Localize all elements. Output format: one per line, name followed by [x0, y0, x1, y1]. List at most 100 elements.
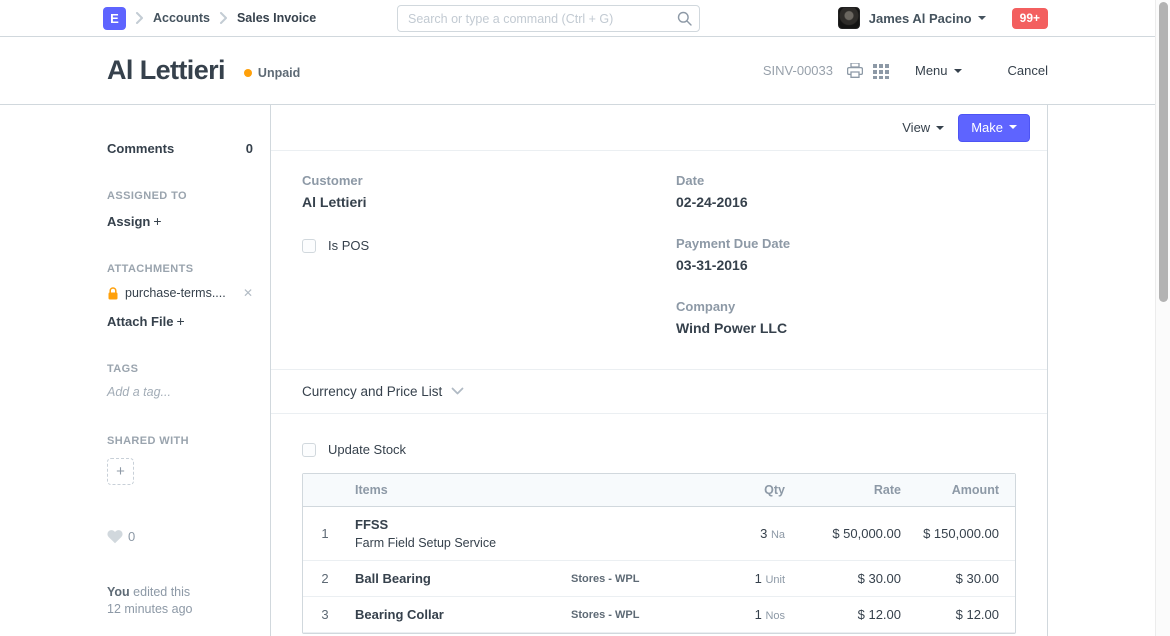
- amount-cell: $ 12.00: [909, 607, 1015, 622]
- qty-cell: 1 Unit: [713, 571, 793, 586]
- user-avatar[interactable]: [838, 7, 860, 29]
- activity-action: edited this: [133, 585, 190, 599]
- currency-section-label: Currency and Price List: [302, 384, 442, 399]
- rate-cell: $ 30.00: [793, 571, 909, 586]
- view-button[interactable]: View: [902, 120, 944, 135]
- item-code: Ball Bearing: [355, 571, 555, 586]
- make-button[interactable]: Make: [958, 114, 1030, 142]
- caret-down-icon: [954, 69, 962, 73]
- company-value: Wind Power LLC: [676, 320, 1016, 336]
- qty-value: 3: [760, 526, 767, 541]
- header-items: Items: [347, 483, 563, 497]
- comments-label: Comments: [107, 141, 174, 156]
- item-code: FFSS: [355, 517, 555, 532]
- item-cell: Ball Bearing: [347, 571, 563, 586]
- uom-label: Na: [771, 529, 785, 541]
- document-id: SINV-00033: [763, 63, 833, 78]
- customer-field[interactable]: Customer Al Lettieri: [302, 173, 642, 210]
- sidebar-item-comments[interactable]: Comments 0: [107, 141, 253, 156]
- warehouse-cell: Stores - WPL: [563, 573, 713, 585]
- global-search: [397, 5, 700, 32]
- payment-due-date-field[interactable]: Payment Due Date 03-31-2016: [676, 236, 1016, 273]
- print-button[interactable]: [847, 63, 863, 78]
- attach-file-button[interactable]: Attach File+: [107, 313, 253, 329]
- qty-cell: 3 Na: [713, 526, 793, 541]
- payment-due-date-value: 03-31-2016: [676, 257, 1016, 273]
- page-title: Al Lettieri: [107, 55, 225, 86]
- customer-label: Customer: [302, 173, 642, 188]
- is-pos-label: Is POS: [328, 238, 369, 253]
- timeline-grid-button[interactable]: [873, 63, 889, 79]
- update-stock-field[interactable]: Update Stock: [302, 442, 1016, 457]
- activity-when: 12 minutes ago: [107, 602, 192, 616]
- header-amount: Amount: [909, 483, 1015, 497]
- is-pos-field[interactable]: Is POS: [302, 238, 642, 253]
- left-column: Customer Al Lettieri Is POS: [302, 173, 642, 336]
- add-tag-input[interactable]: Add a tag...: [107, 385, 253, 399]
- header-qty: Qty: [713, 483, 793, 497]
- grid-icon: [873, 63, 889, 79]
- form-sidebar: Comments 0 ASSIGNED TO Assign+ ATTACHMEN…: [107, 105, 253, 636]
- breadcrumb-accounts[interactable]: Accounts: [153, 11, 210, 25]
- cancel-button[interactable]: Cancel: [1008, 63, 1048, 78]
- warehouse-cell: Stores - WPL: [563, 609, 713, 621]
- table-row[interactable]: 2 Ball Bearing Stores - WPL 1 Unit $ 30.…: [303, 561, 1015, 597]
- row-index: 2: [303, 571, 347, 586]
- form-main-panel: View Make Customer Al Lettieri Is POS: [270, 105, 1048, 636]
- table-row[interactable]: 3 Bearing Collar Stores - WPL 1 Nos $ 12…: [303, 597, 1015, 633]
- rate-cell: $ 50,000.00: [793, 526, 909, 541]
- menu-label: Menu: [915, 63, 948, 78]
- header-rate: Rate: [793, 483, 909, 497]
- uom-label: Unit: [765, 574, 785, 586]
- update-stock-checkbox[interactable]: [302, 443, 316, 457]
- qty-value: 1: [755, 571, 762, 586]
- items-table: Items Qty Rate Amount 1 FFSS Farm Field …: [302, 473, 1016, 634]
- company-field[interactable]: Company Wind Power LLC: [676, 299, 1016, 336]
- currency-price-list-section-toggle[interactable]: Currency and Price List: [271, 369, 1047, 414]
- qty-value: 1: [755, 607, 762, 622]
- search-input[interactable]: [397, 5, 700, 32]
- uom-label: Nos: [765, 610, 785, 622]
- menu-button[interactable]: Menu: [915, 63, 962, 78]
- date-label: Date: [676, 173, 1016, 188]
- status-badge: Unpaid: [244, 66, 300, 80]
- item-cell: FFSS Farm Field Setup Service: [347, 517, 563, 550]
- vertical-scrollbar[interactable]: [1155, 0, 1170, 636]
- heart-icon[interactable]: [107, 530, 123, 544]
- add-share-button[interactable]: +: [107, 458, 134, 485]
- attach-file-label: Attach File: [107, 314, 173, 329]
- activity-who: You: [107, 585, 130, 599]
- item-cell: Bearing Collar: [347, 607, 563, 622]
- scrollbar-thumb[interactable]: [1159, 2, 1168, 302]
- payment-due-date-label: Payment Due Date: [676, 236, 1016, 251]
- items-table-header: Items Qty Rate Amount: [303, 474, 1015, 507]
- close-icon[interactable]: ✕: [243, 286, 253, 300]
- date-field[interactable]: Date 02-24-2016: [676, 173, 1016, 210]
- make-label: Make: [971, 120, 1003, 135]
- chevron-right-icon: [135, 12, 144, 24]
- chevron-right-icon: [219, 12, 228, 24]
- amount-cell: $ 30.00: [909, 571, 1015, 586]
- attachment-link[interactable]: purchase-terms....: [125, 286, 239, 300]
- activity-entry: You edited this 12 minutes ago: [107, 584, 253, 618]
- notifications-badge[interactable]: 99+: [1012, 8, 1048, 29]
- search-icon: [677, 11, 692, 26]
- caret-down-icon: [936, 126, 944, 130]
- row-index: 1: [303, 526, 347, 541]
- view-label: View: [902, 120, 930, 135]
- table-row[interactable]: 1 FFSS Farm Field Setup Service 3 Na $ 5…: [303, 507, 1015, 561]
- app-logo[interactable]: E: [103, 7, 126, 30]
- assign-label: Assign: [107, 214, 150, 229]
- lock-icon: [107, 287, 119, 300]
- assign-button[interactable]: Assign+: [107, 213, 253, 229]
- is-pos-checkbox[interactable]: [302, 239, 316, 253]
- page-header: Al Lettieri Unpaid SINV-00033 Menu Cance…: [0, 37, 1170, 105]
- qty-cell: 1 Nos: [713, 607, 793, 622]
- company-label: Company: [676, 299, 1016, 314]
- assigned-to-heading: ASSIGNED TO: [107, 190, 253, 202]
- shared-with-heading: SHARED WITH: [107, 435, 253, 447]
- user-menu[interactable]: James Al Pacino: [869, 11, 986, 26]
- amount-cell: $ 150,000.00: [909, 526, 1015, 541]
- breadcrumb-sales-invoice[interactable]: Sales Invoice: [237, 11, 316, 25]
- status-dot-icon: [244, 69, 252, 77]
